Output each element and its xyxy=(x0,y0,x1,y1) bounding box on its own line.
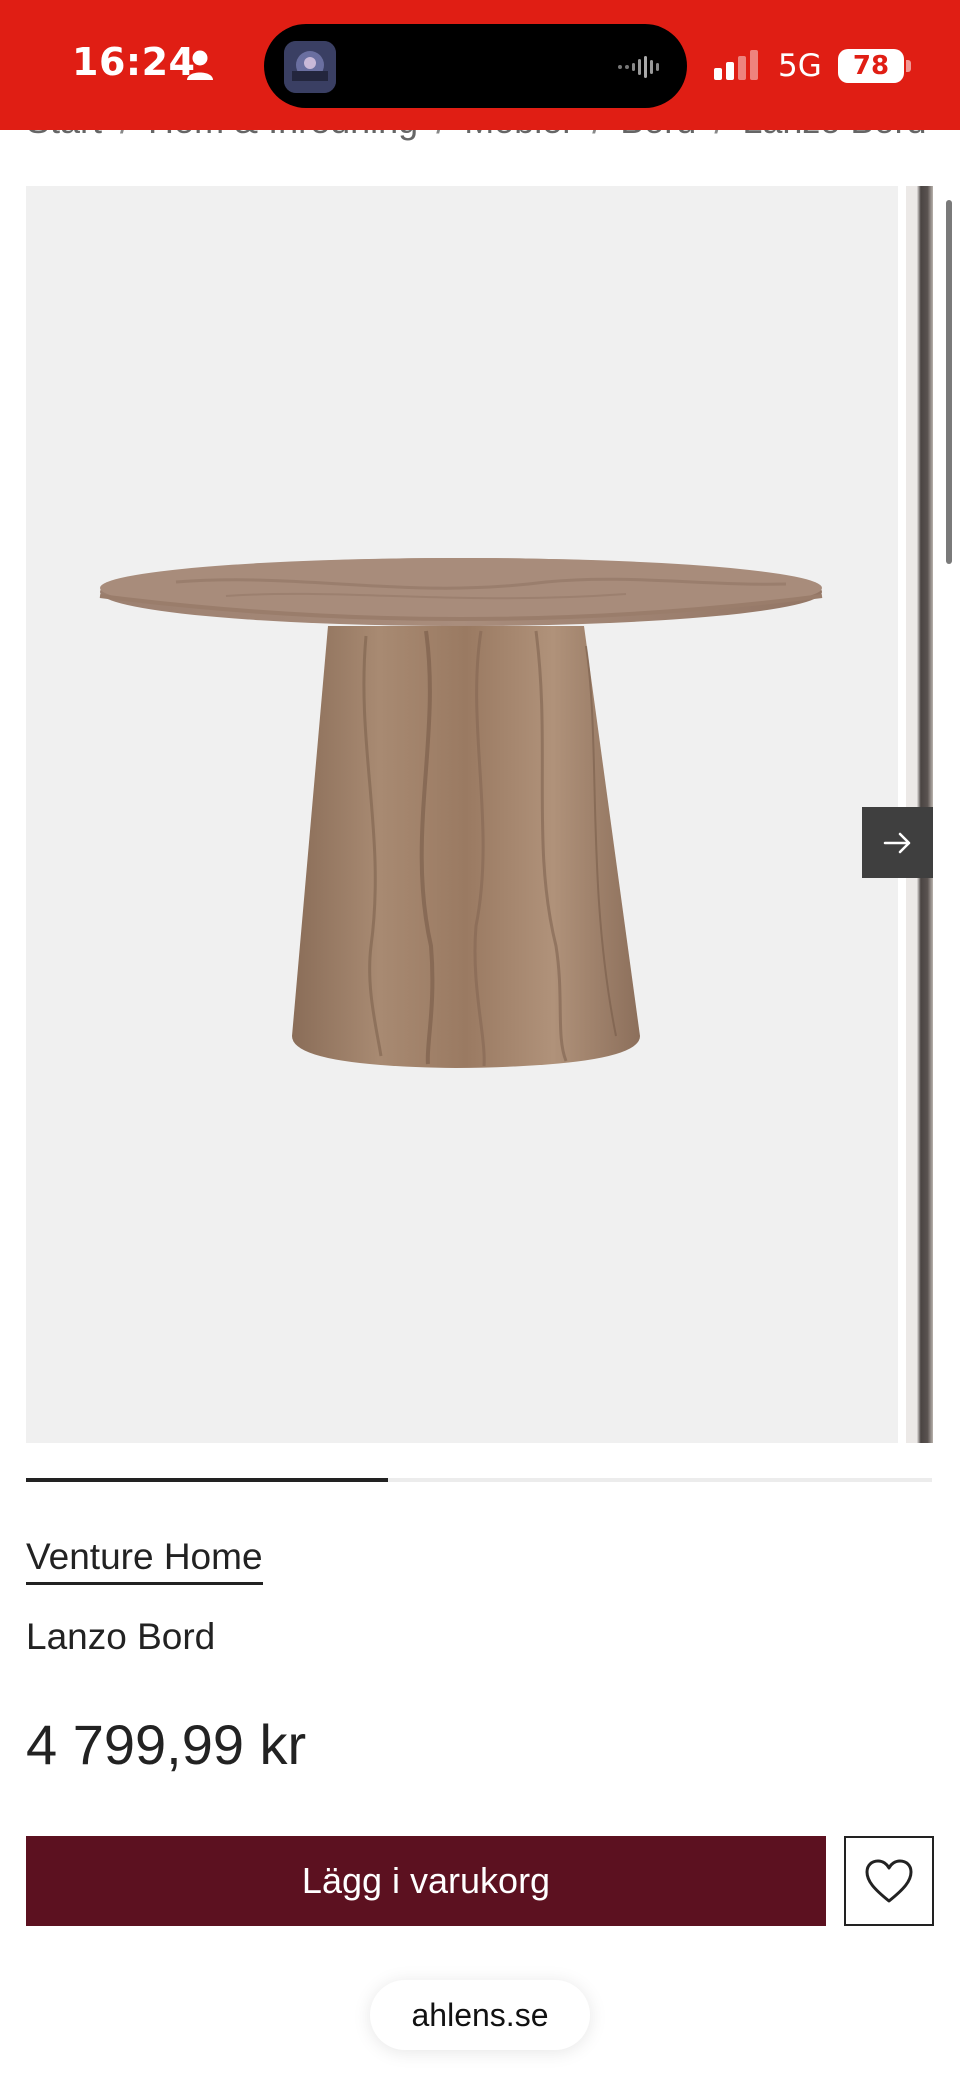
product-image xyxy=(99,558,823,1068)
brand-link[interactable]: Venture Home xyxy=(26,1536,263,1585)
gallery-progress xyxy=(26,1478,932,1482)
gallery-next-button[interactable] xyxy=(862,807,933,878)
music-thumbnail-icon xyxy=(284,41,336,93)
network-type: 5G xyxy=(778,48,822,84)
product-page: Start/Hem & Inredning/Möbler/Bord/Lanzo … xyxy=(0,0,960,2081)
battery-icon: 78 xyxy=(838,49,912,83)
person-icon xyxy=(187,50,213,80)
status-time: 16:24 xyxy=(72,40,196,84)
page-scrollbar[interactable] xyxy=(946,200,952,564)
audio-wave-icon xyxy=(618,56,659,78)
product-price: 4 799,99 kr xyxy=(26,1713,307,1776)
battery-level: 78 xyxy=(852,51,890,81)
url-text: ahlens.se xyxy=(411,1996,549,2033)
cellular-signal-icon xyxy=(714,50,758,80)
product-name: Lanzo Bord xyxy=(26,1616,216,1657)
heart-icon xyxy=(865,1859,913,1903)
product-image-gallery[interactable] xyxy=(26,186,898,1443)
status-bar: 16:24 5G 78 xyxy=(0,0,960,130)
dynamic-island[interactable] xyxy=(264,24,687,108)
gallery-progress-fill xyxy=(26,1478,389,1482)
add-to-cart-button[interactable]: Lägg i varukorg xyxy=(26,1836,826,1926)
browser-url-bar[interactable]: ahlens.se xyxy=(370,1980,590,2050)
wishlist-button[interactable] xyxy=(844,1836,934,1926)
arrow-right-icon xyxy=(883,832,910,853)
